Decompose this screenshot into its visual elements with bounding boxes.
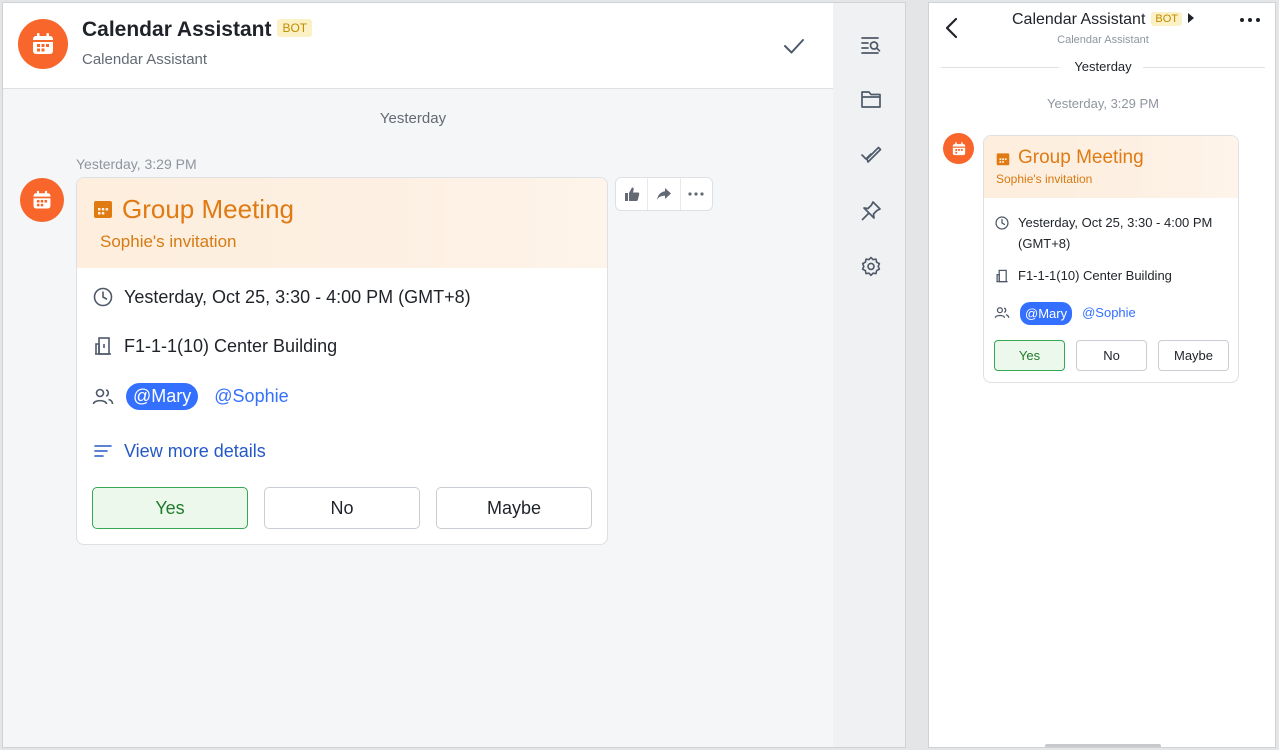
card-subtitle: Sophie's invitation <box>100 232 237 251</box>
calendar-icon <box>33 190 51 209</box>
building-icon <box>994 265 1010 286</box>
settings-icon[interactable] <box>859 255 883 279</box>
meeting-location-row: F1-1-1(10) Center Building <box>92 335 337 357</box>
mobile-chat-subtitle: Calendar Assistant <box>1057 34 1149 46</box>
chat-title: Calendar Assistant BOT <box>82 18 313 42</box>
message-area: Yesterday Yesterday, 3:29 PM Group Meeti… <box>3 89 833 747</box>
thumbs-up-button[interactable] <box>616 178 649 210</box>
date-divider-text: Yesterday <box>1064 59 1142 74</box>
right-toolbar <box>833 3 905 747</box>
rsvp-no-button[interactable]: No <box>264 487 420 529</box>
meeting-location-row: F1-1-1(10) Center Building <box>994 265 1172 286</box>
expand-arrow-icon <box>1188 12 1195 23</box>
calendar-icon <box>996 153 1010 166</box>
meeting-invitation-card: Group Meeting Sophie's invitation Yester… <box>76 177 608 545</box>
card-header: Group Meeting Sophie's invitation <box>984 136 1238 198</box>
mobile-date-divider: Yesterday <box>941 59 1265 75</box>
meeting-time: Yesterday, Oct 25, 3:30 - 4:00 PM (GMT+8… <box>124 286 471 307</box>
home-indicator <box>1045 744 1161 747</box>
search-list-icon[interactable] <box>859 33 883 57</box>
calendar-icon <box>952 141 965 155</box>
message-actions-bar <box>615 177 713 211</box>
mention-mary[interactable]: @Mary <box>126 383 199 410</box>
rsvp-yes-button[interactable]: Yes <box>92 487 248 529</box>
edit-check-icon[interactable] <box>859 143 883 167</box>
bot-avatar[interactable] <box>18 19 68 69</box>
meeting-location: F1-1-1(10) Center Building <box>1018 268 1172 283</box>
card-title: Group Meeting <box>1018 147 1144 168</box>
more-actions-button[interactable] <box>681 178 712 210</box>
bot-badge: BOT <box>277 19 313 38</box>
date-divider-label: Yesterday <box>941 59 1265 74</box>
meeting-location: F1-1-1(10) Center Building <box>124 335 338 356</box>
message-timestamp: Yesterday, 3:29 PM <box>76 156 197 172</box>
chat-title-text: Calendar Assistant <box>82 18 272 41</box>
calendar-icon <box>33 33 53 54</box>
bot-badge: BOT <box>1151 11 1183 26</box>
view-more-details-link[interactable]: View more details <box>124 441 266 462</box>
bot-avatar[interactable] <box>943 133 974 164</box>
attendees-row: @Mary @Sophie <box>994 302 1136 325</box>
more-icon <box>688 192 704 196</box>
list-lines-icon <box>92 440 114 462</box>
forward-icon <box>656 188 671 200</box>
mention-sophie[interactable]: @Sophie <box>1082 302 1136 323</box>
mention-sophie[interactable]: @Sophie <box>214 386 288 407</box>
calendar-icon <box>94 201 112 218</box>
card-subtitle: Sophie's invitation <box>996 172 1093 186</box>
meeting-time-line1: Yesterday, Oct 25, 3:30 - 4:00 PM <box>1018 215 1213 230</box>
view-more-details-row[interactable]: View more details <box>92 440 266 462</box>
meeting-time-row: Yesterday, Oct 25, 3:30 - 4:00 PM (GMT+8… <box>994 212 1212 254</box>
date-divider: Yesterday <box>379 110 447 127</box>
forward-button[interactable] <box>648 178 681 210</box>
rsvp-maybe-button[interactable]: Maybe <box>436 487 592 529</box>
mobile-chat-screen: Calendar Assistant BOT Calendar Assistant… <box>928 2 1276 748</box>
card-title: Group Meeting <box>122 194 294 224</box>
mobile-chat-title[interactable]: Calendar Assistant BOT <box>929 11 1275 29</box>
meeting-time-line2: (GMT+8) <box>1018 236 1071 251</box>
rsvp-maybe-button[interactable]: Maybe <box>1158 340 1229 371</box>
mobile-message-timestamp: Yesterday, 3:29 PM <box>1046 96 1159 111</box>
attendees-row: @Mary @Sophie <box>92 383 289 410</box>
check-icon[interactable] <box>781 33 807 59</box>
rsvp-no-button[interactable]: No <box>1076 340 1147 371</box>
chat-subtitle: Calendar Assistant <box>82 51 208 68</box>
meeting-time-row: Yesterday, Oct 25, 3:30 - 4:00 PM (GMT+8… <box>92 286 471 308</box>
meeting-time-text: Yesterday, Oct 25, 3:30 - 4:00 PM (GMT+8… <box>1018 212 1212 254</box>
clock-icon <box>92 286 114 308</box>
mobile-meeting-invitation-card: Group Meeting Sophie's invitation Yester… <box>983 135 1239 383</box>
more-icon[interactable] <box>1239 17 1261 23</box>
bot-avatar[interactable] <box>20 178 64 222</box>
rsvp-yes-button[interactable]: Yes <box>994 340 1065 371</box>
mobile-chat-title-text: Calendar Assistant <box>1011 11 1146 28</box>
desktop-chat-window: Calendar Assistant BOT Calendar Assistant… <box>2 2 906 748</box>
card-header: Group Meeting Sophie's invitation <box>77 178 607 268</box>
pin-icon[interactable] <box>859 199 883 223</box>
building-icon <box>92 335 114 357</box>
mention-mary[interactable]: @Mary <box>1020 302 1073 325</box>
folder-icon[interactable] <box>859 87 883 111</box>
clock-icon <box>994 212 1010 233</box>
thumbs-up-icon <box>624 187 639 201</box>
people-icon <box>994 302 1010 323</box>
people-icon <box>92 386 114 408</box>
chat-header: Calendar Assistant BOT Calendar Assistant <box>3 3 833 89</box>
